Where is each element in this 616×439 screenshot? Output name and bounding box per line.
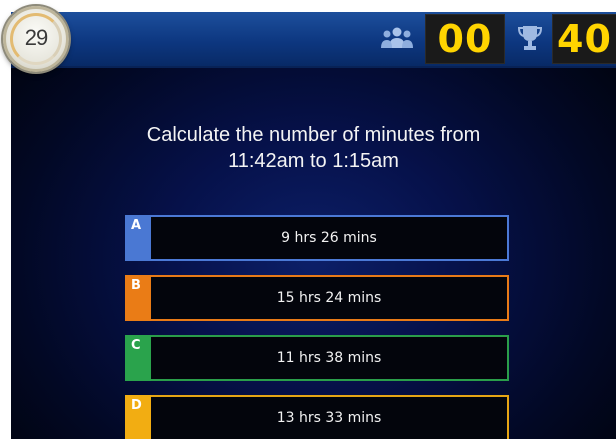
answer-letter: B [131, 278, 141, 293]
players-count: 00 [425, 14, 505, 64]
answer-option-c[interactable]: C 11 hrs 38 mins [125, 335, 509, 381]
question-line-2: 11:42am to 1:15am [228, 150, 399, 172]
answer-letter-tab: B [125, 275, 151, 321]
answer-letter-tab: D [125, 395, 151, 439]
question-line-1: Calculate the number of minutes from [146, 124, 481, 146]
answer-text: 13 hrs 33 mins [276, 410, 382, 426]
countdown-timer: 29 [3, 6, 69, 72]
game-screen: 00 40 Calculate the number of minutes fr… [11, 12, 616, 439]
answer-text: 15 hrs 24 mins [276, 290, 382, 306]
answer-option-d[interactable]: D 13 hrs 33 mins [125, 395, 509, 439]
answer-letter: A [131, 218, 142, 233]
trophy-icon [517, 26, 543, 50]
score-value: 40 [552, 14, 616, 64]
answer-letter: C [131, 338, 141, 353]
game-frame: 00 40 Calculate the number of minutes fr… [0, 0, 616, 439]
answer-option-b[interactable]: B 15 hrs 24 mins [125, 275, 509, 321]
answer-letter: D [131, 398, 142, 413]
answer-option-a[interactable]: A 9 hrs 26 mins [125, 215, 509, 261]
answer-text: 9 hrs 26 mins [281, 230, 377, 246]
answer-text: 11 hrs 38 mins [276, 350, 382, 366]
timer-value: 29 [24, 25, 48, 50]
answer-letter-tab: C [125, 335, 151, 381]
top-bar: 00 40 [11, 12, 616, 68]
question-text: Calculate the number of minutes from 11:… [51, 122, 576, 174]
players-icon [381, 27, 413, 48]
answer-letter-tab: A [125, 215, 151, 261]
